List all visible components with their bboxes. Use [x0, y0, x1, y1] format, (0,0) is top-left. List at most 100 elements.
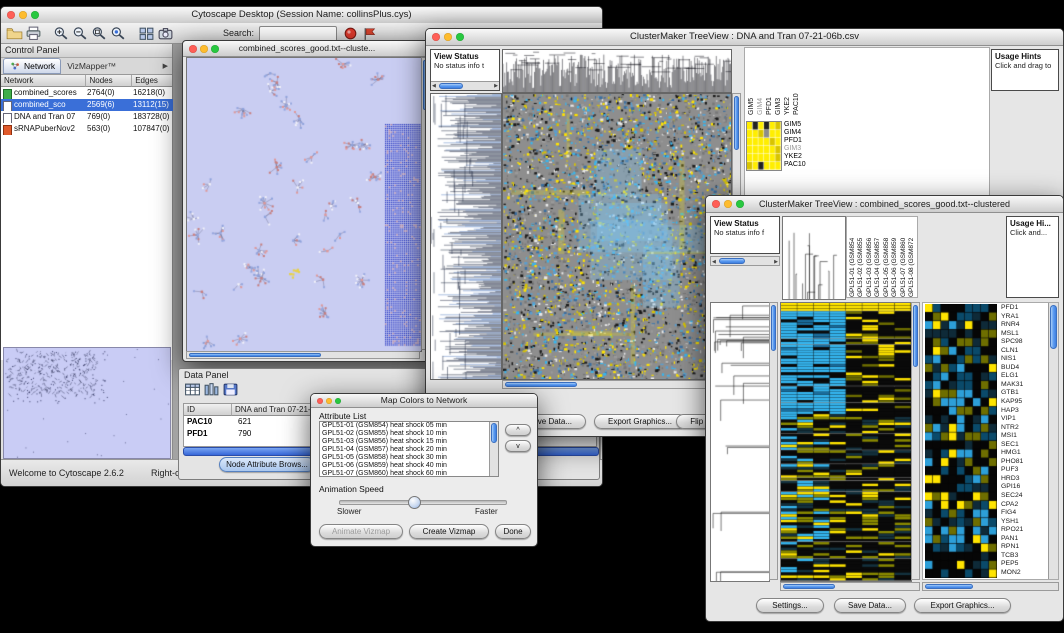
record-icon[interactable] — [342, 26, 359, 41]
gene-label[interactable]: HRD3 — [1001, 475, 1045, 484]
dialog-titlebar[interactable]: Map Colors to Network — [311, 394, 537, 408]
tv2-dendrogram-scrollbar[interactable] — [769, 302, 778, 580]
gene-label[interactable]: MON2 — [1001, 569, 1045, 578]
gene-label[interactable]: ELG1 — [1001, 372, 1045, 381]
zoom-in-icon[interactable] — [53, 26, 70, 41]
network-row[interactable]: combined_scores 2764(0) 16218(0) — [1, 87, 173, 99]
gene-label[interactable]: GTB1 — [1001, 389, 1045, 398]
minimize-icon[interactable] — [200, 45, 208, 53]
animation-speed-slider[interactable] — [339, 500, 507, 505]
tab-network[interactable]: Network — [3, 58, 61, 74]
gene-label[interactable]: MAK31 — [1001, 381, 1045, 390]
attribute-listbox[interactable]: GPL51-01 (GSM854) heat shock 05 minGPL51… — [319, 421, 499, 477]
floppy-icon[interactable] — [222, 382, 239, 397]
gene-label[interactable]: VIP1 — [1001, 415, 1045, 424]
close-icon[interactable] — [7, 11, 15, 19]
gene-label[interactable]: MSI1 — [1001, 432, 1045, 441]
move-down-button[interactable]: v — [505, 440, 531, 452]
attribute-list-item[interactable]: GPL51-01 (GSM854) heat shock 05 min — [320, 422, 489, 430]
network-view-canvas[interactable] — [186, 57, 422, 352]
tv1-titlebar[interactable]: ClusterMaker TreeView : DNA and Tran 07-… — [426, 29, 1063, 46]
tv2-settings-button[interactable]: Settings... — [756, 598, 824, 613]
snapshot-icon[interactable] — [157, 26, 174, 41]
attribute-list-item[interactable]: GPL51-03 (GSM856) heat shock 15 min — [320, 438, 489, 446]
network-row-selected[interactable]: combined_sco 2569(6) 13112(15) — [1, 99, 173, 111]
tv2-horizontal-scrollbar-left[interactable] — [780, 582, 920, 591]
zoom-selected-icon[interactable] — [110, 26, 127, 41]
network-row[interactable]: DNA and Tran 07 769(0) 183728(0) — [1, 111, 173, 123]
minimize-icon[interactable] — [326, 398, 332, 404]
minimize-icon[interactable] — [19, 11, 27, 19]
gene-label[interactable]: RNR4 — [1001, 321, 1045, 330]
attribute-list-item[interactable]: GPL51-06 (GSM859) heat shock 40 min — [320, 462, 489, 470]
network-row[interactable]: sRNAPuberNov2 563(0) 107847(0) — [1, 123, 173, 135]
tv2-view-status-scrollbar[interactable]: ◀ ▶ — [710, 256, 780, 266]
gene-label[interactable]: HMG1 — [1001, 449, 1045, 458]
grid-icon[interactable] — [138, 26, 155, 41]
gene-label[interactable]: PHO81 — [1001, 458, 1045, 467]
col-network[interactable]: Network — [1, 75, 86, 87]
gene-label[interactable]: KAP95 — [1001, 398, 1045, 407]
tv2-save-data-button[interactable]: Save Data... — [834, 598, 906, 613]
gene-label[interactable]: PUF3 — [1001, 466, 1045, 475]
col-edges[interactable]: Edges — [132, 75, 172, 87]
tv2-zoom-heatmap[interactable] — [925, 304, 997, 578]
tv2-gene-scrollbar[interactable] — [1048, 303, 1058, 579]
tv2-titlebar[interactable]: ClusterMaker TreeView : combined_scores_… — [706, 196, 1063, 213]
printer-icon[interactable] — [25, 26, 42, 41]
close-icon[interactable] — [712, 200, 720, 208]
columns-icon[interactable] — [203, 382, 220, 397]
gene-label[interactable]: PAN1 — [1001, 535, 1045, 544]
gene-label[interactable]: MSL1 — [1001, 330, 1045, 339]
node-attribute-browser-button[interactable]: Node Attribute Brows... — [219, 457, 315, 472]
gene-label[interactable]: RPN1 — [1001, 543, 1045, 552]
zoom-fit-icon[interactable] — [91, 26, 108, 41]
gene-label[interactable]: NIS1 — [1001, 355, 1045, 364]
gene-label[interactable]: RPO21 — [1001, 526, 1045, 535]
col-nodes[interactable]: Nodes — [86, 75, 132, 87]
minimize-icon[interactable] — [724, 200, 732, 208]
close-icon[interactable] — [317, 398, 323, 404]
attribute-list-item[interactable]: GPL51-07 (GSM860) heat shock 60 min — [320, 470, 489, 476]
tv2-export-graphics-button[interactable]: Export Graphics... — [914, 598, 1011, 613]
gene-label[interactable]: TCB3 — [1001, 552, 1045, 561]
gene-label[interactable]: HAP3 — [1001, 407, 1045, 416]
tab-vizmapper[interactable]: VizMapper™ — [61, 59, 122, 73]
tv1-export-graphics-button[interactable]: Export Graphics... — [594, 414, 686, 429]
maximize-icon[interactable] — [31, 11, 39, 19]
network-horizontal-scrollbar[interactable] — [186, 351, 420, 359]
table-icon[interactable] — [184, 382, 201, 397]
close-icon[interactable] — [189, 45, 197, 53]
move-up-button[interactable]: ^ — [505, 424, 531, 436]
tv1-zoom-heatmap[interactable] — [746, 121, 782, 171]
attribute-list-scrollbar[interactable] — [489, 422, 498, 476]
gene-label[interactable]: YRA1 — [1001, 313, 1045, 322]
tv2-heatmap[interactable] — [780, 302, 912, 582]
attribute-list-item[interactable]: GPL51-05 (GSM858) heat shock 30 min — [320, 454, 489, 462]
gene-label[interactable]: GPI16 — [1001, 483, 1045, 492]
network-view-titlebar[interactable]: combined_scores_good.txt--cluste... — [183, 41, 431, 57]
maximize-icon[interactable] — [335, 398, 341, 404]
gene-label[interactable]: NTR2 — [1001, 424, 1045, 433]
gene-label[interactable]: SEC24 — [1001, 492, 1045, 501]
tv2-heatmap-scrollbar[interactable] — [911, 302, 920, 580]
flag-icon[interactable] — [361, 26, 378, 41]
gene-label[interactable]: PEP5 — [1001, 560, 1045, 569]
attribute-list-item[interactable]: GPL51-02 (GSM855) heat shock 10 min — [320, 430, 489, 438]
animate-vizmap-button[interactable]: Animate Vizmap — [319, 524, 403, 539]
gene-label[interactable]: YSH1 — [1001, 518, 1045, 527]
gene-label[interactable]: CLN1 — [1001, 347, 1045, 356]
gene-label[interactable]: FIG4 — [1001, 509, 1045, 518]
create-vizmap-button[interactable]: Create Vizmap — [409, 524, 489, 539]
tv1-row-dendrogram[interactable] — [430, 93, 502, 380]
tab-overflow-arrow[interactable]: ▶ — [163, 62, 168, 70]
open-folder-icon[interactable] — [6, 26, 23, 41]
tv2-horizontal-scrollbar-right[interactable] — [922, 582, 1059, 591]
gene-label[interactable]: CPA2 — [1001, 501, 1045, 510]
minimize-icon[interactable] — [444, 33, 452, 41]
tv2-row-dendrogram[interactable] — [710, 302, 770, 582]
id-column-header[interactable]: ID — [184, 404, 232, 416]
view-status-scrollbar[interactable]: ◀ ▶ — [431, 81, 499, 90]
tv1-column-dendrogram[interactable] — [502, 49, 732, 93]
maximize-icon[interactable] — [456, 33, 464, 41]
